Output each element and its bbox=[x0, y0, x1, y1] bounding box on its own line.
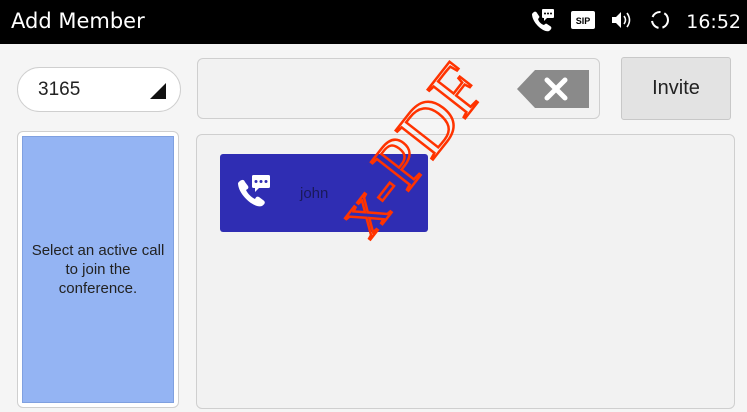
status-bar: Add Member SIP 16:52 bbox=[0, 0, 747, 44]
dropdown-arrow-icon bbox=[150, 83, 166, 104]
active-calls-panel[interactable]: Select an active call to join the confer… bbox=[17, 131, 179, 408]
status-icons: SIP 16:52 bbox=[528, 8, 741, 36]
backspace-icon[interactable] bbox=[517, 70, 589, 113]
hint-text: Select an active call to join the confer… bbox=[22, 136, 174, 403]
call-message-icon bbox=[528, 8, 556, 37]
account-select[interactable]: 3165 bbox=[17, 67, 181, 112]
contact-card-john[interactable]: john bbox=[220, 154, 428, 232]
number-input[interactable] bbox=[197, 58, 600, 119]
page-title: Add Member bbox=[11, 9, 145, 33]
sip-label: SIP bbox=[576, 16, 591, 26]
call-message-icon bbox=[234, 174, 272, 215]
invite-button[interactable]: Invite bbox=[621, 57, 731, 120]
sync-icon bbox=[648, 8, 672, 37]
contact-list: john bbox=[196, 134, 735, 409]
clock: 16:52 bbox=[686, 11, 741, 33]
contact-name: john bbox=[300, 185, 329, 202]
sip-badge-icon: SIP bbox=[570, 10, 596, 35]
account-value: 3165 bbox=[38, 79, 81, 100]
volume-icon bbox=[610, 10, 634, 35]
